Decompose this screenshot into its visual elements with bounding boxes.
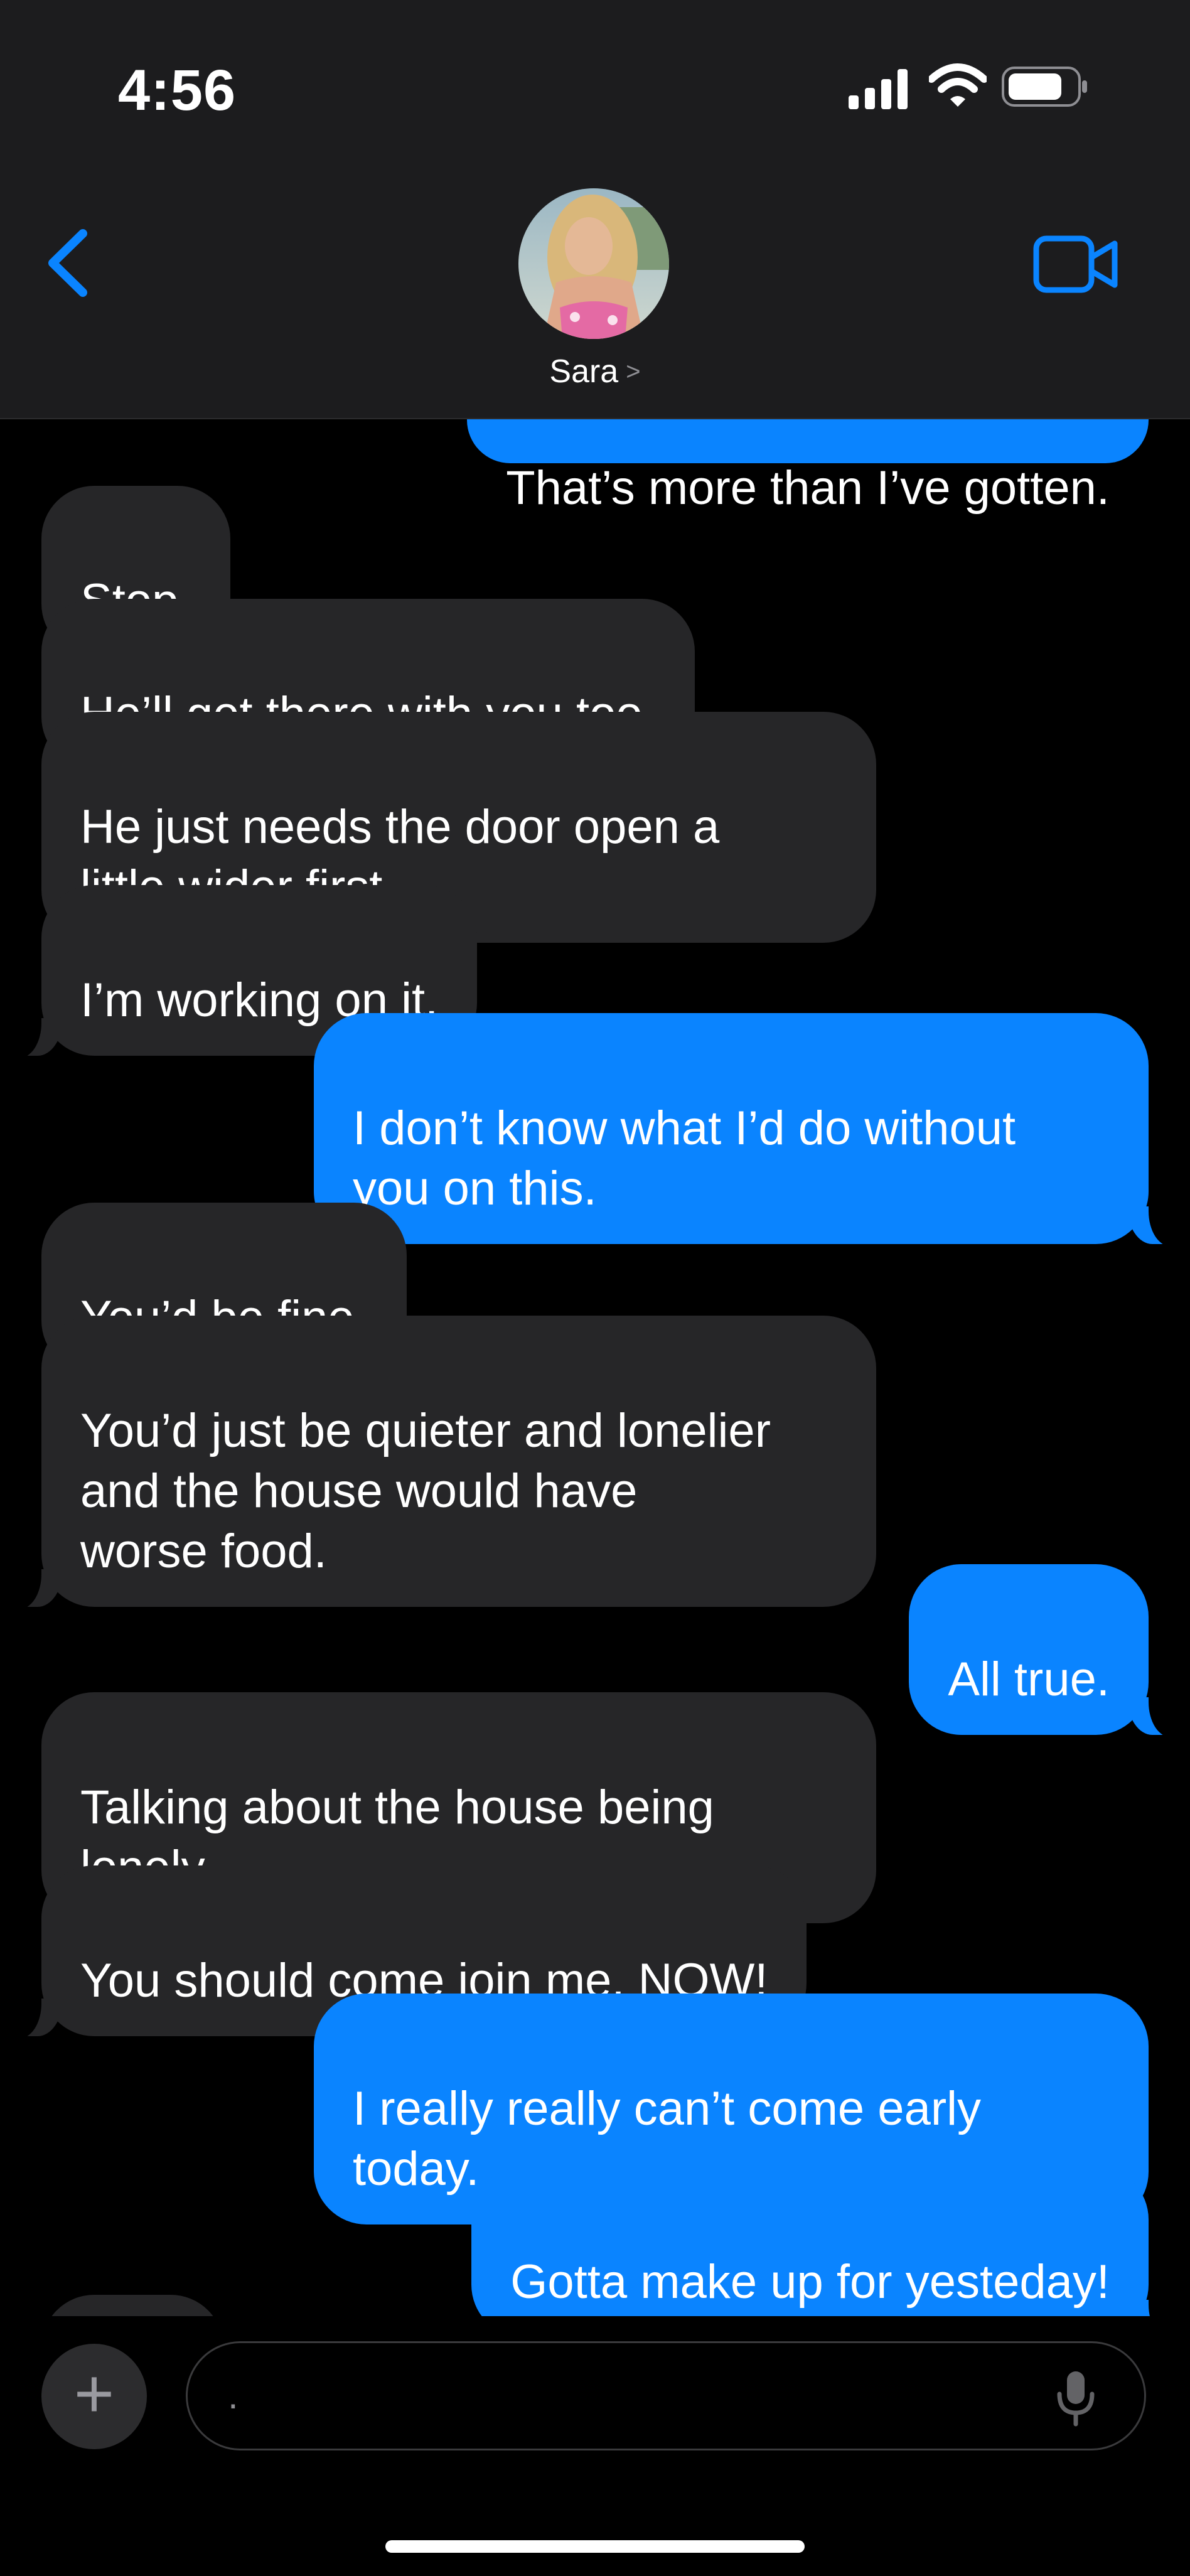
- status-time: 4:56: [118, 58, 237, 122]
- contact-name-button[interactable]: Sara >: [0, 353, 1190, 390]
- message-text: That’s more than I’ve gotten.: [506, 461, 1110, 515]
- conversation-header: 4:56 Sara >: [0, 0, 1190, 419]
- contact-name: Sara: [549, 353, 619, 390]
- message-bubble-incoming[interactable]: You’d just be quieter and lonelier and t…: [9, 1316, 876, 1609]
- home-indicator[interactable]: [385, 2540, 805, 2553]
- chevron-right-icon: >: [626, 358, 641, 385]
- message-bubble-outgoing[interactable]: I don’t know what I’d do without you on …: [314, 1013, 1181, 1247]
- message-bubble-outgoing[interactable]: Gotta make up for yesteday!: [471, 2167, 1181, 2322]
- message-text: Gotta make up for yesteday!: [510, 2255, 1110, 2309]
- cellular-signal-icon: [849, 69, 908, 109]
- message-bubble-outgoing[interactable]: All true.: [909, 1564, 1181, 1737]
- message-composer: + .: [0, 2316, 1190, 2576]
- video-camera-icon[interactable]: [1033, 235, 1118, 294]
- wifi-icon: [929, 63, 987, 107]
- add-attachment-button[interactable]: +: [41, 2344, 147, 2449]
- message-text: All true.: [948, 1653, 1110, 1706]
- microphone-icon[interactable]: [1054, 2369, 1097, 2429]
- contact-avatar[interactable]: [518, 188, 669, 339]
- battery-icon: [1002, 67, 1087, 107]
- back-chevron-icon[interactable]: [44, 228, 92, 298]
- message-input[interactable]: .: [186, 2341, 1146, 2450]
- message-text: I don’t know what I’d do without you on …: [353, 1102, 1016, 1215]
- message-text: You’d just be quieter and lonelier and t…: [80, 1404, 771, 1578]
